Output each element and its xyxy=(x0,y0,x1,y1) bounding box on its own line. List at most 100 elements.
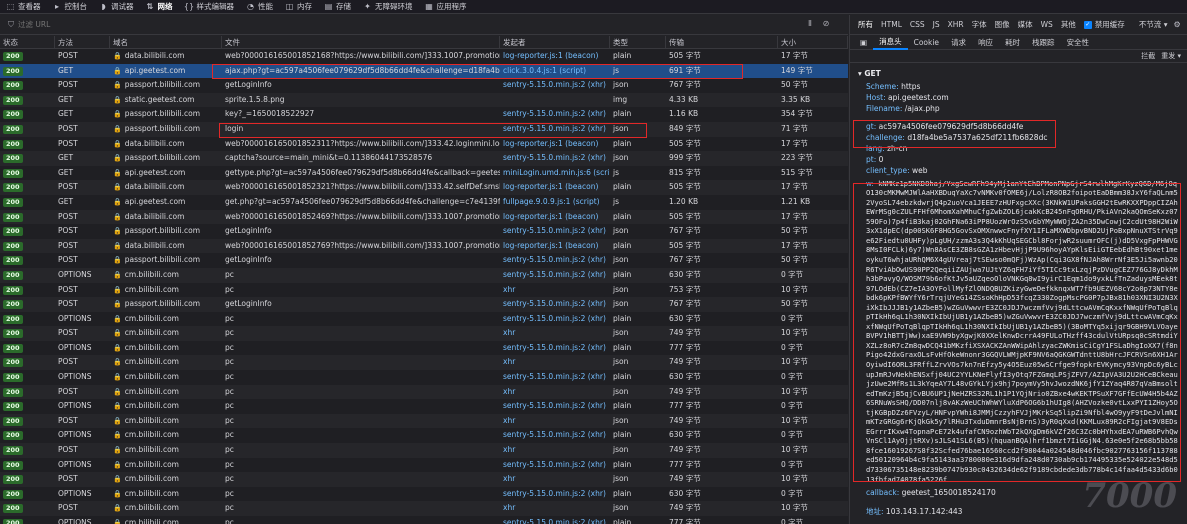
disable-cache-checkbox[interactable]: ✓ 禁用缓存 xyxy=(1083,19,1125,30)
initiator-cell[interactable]: sentry-5.15.0.min.js:2 (xhr) xyxy=(500,516,610,524)
tab-5[interactable]: 栈跟踪 xyxy=(1026,35,1061,50)
section-title[interactable]: ▾ GET xyxy=(858,69,1187,78)
initiator-cell[interactable]: sentry-5.15.0.min.js:2 (xhr) xyxy=(500,370,610,385)
header-method[interactable]: 方法 xyxy=(55,36,110,48)
header-status[interactable]: 状态 xyxy=(0,36,55,48)
table-row[interactable]: 200 OPTIONS 🔒 cm.bilibili.com pc sentry-5.15.… xyxy=(0,399,848,414)
initiator-cell[interactable]: xhr xyxy=(500,283,610,298)
table-row[interactable]: 200 GET 🔒 passport.bilibili.com captcha?sour… xyxy=(0,151,848,166)
initiator-cell[interactable]: log-reporter.js:1 (beacon) xyxy=(500,239,610,254)
table-row[interactable]: 200 POST 🔒 data.bilibili.com web?00001616500… xyxy=(0,180,848,195)
type-filter-3[interactable]: JS xyxy=(929,20,944,29)
table-row[interactable]: 200 OPTIONS 🔒 cm.bilibili.com pc sentry-5.15.… xyxy=(0,267,848,283)
header-file[interactable]: 文件 xyxy=(222,36,500,48)
table-row[interactable]: 200 POST 🔒 passport.bilibili.com getLoginInf… xyxy=(0,297,848,312)
tool-tab-1[interactable]: ▸ 控制台 xyxy=(47,0,94,14)
type-filter-7[interactable]: 媒体 xyxy=(1014,19,1037,30)
table-row[interactable]: 200 POST 🔒 data.bilibili.com web?00001616500… xyxy=(0,209,848,225)
tool-tab-5[interactable]: ◔ 性能 xyxy=(240,0,279,14)
table-row[interactable]: 200 POST 🔒 cm.bilibili.com pc xhr json 749 字节 10… xyxy=(0,355,848,371)
tool-tab-7[interactable]: ▤ 存储 xyxy=(318,0,357,14)
action-button-1[interactable]: 重发 ▾ xyxy=(1161,51,1181,61)
table-row[interactable]: 200 POST 🔒 data.bilibili.com web?00001616500… xyxy=(0,136,848,152)
table-row[interactable]: 200 OPTIONS 🔒 cm.bilibili.com pc sentry-5.15.… xyxy=(0,340,848,356)
tab-1[interactable]: Cookie xyxy=(908,35,945,50)
table-row[interactable]: 200 POST 🔒 cm.bilibili.com pc xhr json 749 字节 10… xyxy=(0,384,848,400)
table-row[interactable]: 200 POST 🔒 cm.bilibili.com pc xhr json 749 字节 10… xyxy=(0,413,848,429)
table-row[interactable]: 200 OPTIONS 🔒 cm.bilibili.com pc sentry-5.15.… xyxy=(0,370,848,385)
tool-tab-0[interactable]: ⬚ 查看器 xyxy=(0,0,47,14)
table-row[interactable]: 200 POST 🔒 passport.bilibili.com login sentry… xyxy=(0,121,848,137)
gear-icon[interactable]: ⚙ xyxy=(1173,20,1180,29)
tab-4[interactable]: 耗时 xyxy=(999,35,1026,50)
initiator-cell[interactable]: sentry-5.15.0.min.js:2 (xhr) xyxy=(500,399,610,414)
header-domain[interactable]: 域名 xyxy=(110,36,222,48)
table-row[interactable]: 200 POST 🔒 cm.bilibili.com pc xhr json 749 字节 10… xyxy=(0,443,848,458)
table-row[interactable]: 200 POST 🔒 cm.bilibili.com pc xhr json 749 字节 10… xyxy=(0,326,848,341)
action-button-0[interactable]: 拦截 xyxy=(1141,51,1155,61)
table-row[interactable]: 200 POST 🔒 data.bilibili.com web?00001616500… xyxy=(0,49,848,64)
tab-2[interactable]: 请求 xyxy=(945,35,972,50)
initiator-cell[interactable]: sentry-5.15.0.min.js:2 (xhr) xyxy=(500,151,610,166)
initiator-cell[interactable]: sentry-5.15.0.min.js:2 (xhr) xyxy=(500,107,610,122)
header-transfer[interactable]: 传输 xyxy=(666,36,778,48)
initiator-cell[interactable] xyxy=(500,93,610,108)
type-filter-6[interactable]: 图像 xyxy=(991,19,1014,30)
table-row[interactable]: 200 GET 🔒 api.geetest.com gettype.php?gt=ac5… xyxy=(0,165,848,181)
initiator-cell[interactable]: sentry-5.15.0.min.js:2 (xhr) xyxy=(500,458,610,473)
header-type[interactable]: 类型 xyxy=(610,36,666,48)
table-row[interactable]: 200 GET 🔒 api.geetest.com get.php?gt=ac597a4… xyxy=(0,194,848,210)
initiator-cell[interactable]: xhr xyxy=(500,355,610,370)
pause-icon[interactable]: Ⅱ xyxy=(804,19,816,31)
table-row[interactable]: 200 GET 🔒 passport.bilibili.com key?_=165001… xyxy=(0,107,848,122)
type-filter-0[interactable]: 所有 xyxy=(854,19,877,30)
block-icon[interactable]: ⊘ xyxy=(820,19,832,31)
initiator-cell[interactable]: xhr xyxy=(500,326,610,341)
type-filter-8[interactable]: WS xyxy=(1037,20,1057,29)
initiator-cell[interactable]: click.3.0.4.js:1 (script) xyxy=(500,64,610,79)
initiator-cell[interactable]: sentry-5.15.0.min.js:2 (xhr) xyxy=(500,268,610,283)
tab-0[interactable]: 消息头 xyxy=(873,35,908,50)
tool-tab-6[interactable]: ◫ 内存 xyxy=(279,0,318,14)
table-row[interactable]: 200 POST 🔒 passport.bilibili.com getLoginInf… xyxy=(0,78,848,93)
table-row[interactable]: 200 OPTIONS 🔒 cm.bilibili.com pc sentry-5.15.… xyxy=(0,486,848,502)
table-row[interactable]: 200 OPTIONS 🔒 cm.bilibili.com pc sentry-5.15.… xyxy=(0,516,848,524)
initiator-cell[interactable]: xhr xyxy=(500,472,610,487)
tool-tab-8[interactable]: ✦ 无障碍环境 xyxy=(357,0,419,14)
url-filter-input[interactable] xyxy=(18,20,218,29)
type-filter-1[interactable]: HTML xyxy=(877,20,906,29)
header-initiator[interactable]: 发起者 xyxy=(500,36,610,48)
panel-toggle-icon[interactable]: ▣ xyxy=(854,35,873,50)
initiator-cell[interactable]: log-reporter.js:1 (beacon) xyxy=(500,49,610,64)
tab-3[interactable]: 响应 xyxy=(972,35,999,50)
table-row[interactable]: 200 OPTIONS 🔒 cm.bilibili.com pc sentry-5.15.… xyxy=(0,428,848,444)
initiator-cell[interactable]: miniLogin.umd.min.js:6 (script) xyxy=(500,166,610,181)
initiator-cell[interactable]: log-reporter.js:1 (beacon) xyxy=(500,180,610,195)
type-filter-5[interactable]: 字体 xyxy=(968,19,991,30)
tab-6[interactable]: 安全性 xyxy=(1061,35,1096,50)
type-filter-9[interactable]: 其他 xyxy=(1057,19,1080,30)
initiator-cell[interactable]: log-reporter.js:1 (beacon) xyxy=(500,210,610,225)
table-row[interactable]: 200 GET 🔒 api.geetest.com ajax.php?gt=ac597a… xyxy=(0,63,848,79)
initiator-cell[interactable]: sentry-5.15.0.min.js:2 (xhr) xyxy=(500,312,610,327)
tool-tab-4[interactable]: {} 样式编辑器 xyxy=(179,0,241,14)
table-row[interactable]: 200 POST 🔒 data.bilibili.com web?00001616500… xyxy=(0,238,848,254)
initiator-cell[interactable]: xhr xyxy=(500,501,610,516)
table-row[interactable]: 200 POST 🔒 passport.bilibili.com getLoginInf… xyxy=(0,224,848,239)
throttle-select[interactable]: 不节流 ▾ xyxy=(1139,19,1168,30)
tool-tab-2[interactable]: ◗ 调试器 xyxy=(93,0,140,14)
table-row[interactable]: 200 OPTIONS 🔒 cm.bilibili.com pc sentry-5.15.… xyxy=(0,311,848,327)
tool-tab-9[interactable]: ▦ 应用程序 xyxy=(419,0,473,14)
initiator-cell[interactable]: xhr xyxy=(500,414,610,429)
initiator-cell[interactable]: xhr xyxy=(500,385,610,400)
table-row[interactable]: 200 GET 🔒 static.geetest.com sprite.1.5.8.pn… xyxy=(0,92,848,108)
initiator-cell[interactable]: sentry-5.15.0.min.js:2 (xhr) xyxy=(500,428,610,443)
table-row[interactable]: 200 POST 🔒 cm.bilibili.com pc xhr json 749 字节 10… xyxy=(0,472,848,487)
initiator-cell[interactable]: sentry-5.15.0.min.js:2 (xhr) xyxy=(500,224,610,239)
table-row[interactable]: 200 POST 🔒 cm.bilibili.com pc xhr json 749 字节 10… xyxy=(0,501,848,516)
header-size[interactable]: 大小 xyxy=(778,36,848,48)
initiator-cell[interactable]: log-reporter.js:1 (beacon) xyxy=(500,137,610,152)
type-filter-4[interactable]: XHR xyxy=(944,20,968,29)
initiator-cell[interactable]: sentry-5.15.0.min.js:2 (xhr) xyxy=(500,297,610,312)
table-row[interactable]: 200 OPTIONS 🔒 cm.bilibili.com pc sentry-5.15.… xyxy=(0,457,848,473)
